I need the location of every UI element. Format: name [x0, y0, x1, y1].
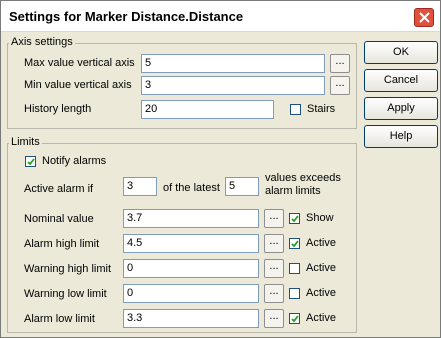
help-button[interactable]: Help	[364, 125, 438, 148]
exceeds-label-line1: values exceeds	[265, 172, 341, 184]
alarm-low-active-checkbox[interactable]	[289, 313, 300, 324]
active-alarm-if-label: Active alarm if	[24, 183, 94, 195]
stairs-label: Stairs	[307, 103, 336, 115]
nominal-browse-button[interactable]: ...	[264, 209, 284, 228]
close-icon	[419, 12, 430, 23]
warning-low-browse-button[interactable]: ...	[264, 284, 284, 303]
stairs-checkbox[interactable]	[290, 104, 301, 115]
alarm-high-browse-button[interactable]: ...	[264, 234, 284, 253]
alarm-low-active-label: Active	[306, 312, 336, 324]
show-nominal-checkbox[interactable]	[289, 213, 300, 224]
cancel-button[interactable]: Cancel	[364, 69, 438, 92]
max-axis-input[interactable]: 5	[141, 54, 325, 73]
limit-row-label-nominal: Nominal value	[24, 213, 94, 225]
history-length-input[interactable]: 20	[141, 100, 274, 119]
limit-row-label-warning-high: Warning high limit	[24, 263, 112, 275]
alarm-high-input[interactable]: 4.5	[123, 234, 259, 253]
apply-button[interactable]: Apply	[364, 97, 438, 120]
warning-high-active-checkbox[interactable]	[289, 263, 300, 274]
history-length-label: History length	[24, 103, 92, 115]
min-axis-label: Min value vertical axis	[24, 79, 132, 91]
warning-low-input[interactable]: 0	[123, 284, 259, 303]
max-axis-browse-button[interactable]: ...	[330, 54, 350, 73]
alarm-low-browse-button[interactable]: ...	[264, 309, 284, 328]
max-axis-label: Max value vertical axis	[24, 57, 135, 69]
limit-row-label-alarm-low: Alarm low limit	[24, 313, 95, 325]
axis-settings-legend: Axis settings	[9, 36, 75, 48]
ok-button[interactable]: OK	[364, 41, 438, 64]
title-bar: Settings for Marker Distance.Distance	[1, 1, 440, 32]
alarm-low-input[interactable]: 3.3	[123, 309, 259, 328]
limits-legend: Limits	[9, 136, 42, 148]
min-axis-browse-button[interactable]: ...	[330, 76, 350, 95]
alarm-high-active-checkbox[interactable]	[289, 238, 300, 249]
warning-low-active-label: Active	[306, 287, 336, 299]
notify-alarms-label: Notify alarms	[42, 155, 107, 167]
warning-low-active-checkbox[interactable]	[289, 288, 300, 299]
of-latest-label: of the latest	[163, 182, 220, 194]
checkmark-icon	[291, 240, 299, 248]
checkmark-icon	[291, 215, 299, 223]
notify-alarms-checkbox[interactable]	[25, 156, 36, 167]
checkmark-icon	[27, 158, 35, 166]
settings-dialog: Settings for Marker Distance.Distance Ax…	[0, 0, 441, 338]
show-label: Show	[306, 212, 334, 224]
checkmark-icon	[291, 315, 299, 323]
alarm-high-active-label: Active	[306, 237, 336, 249]
warning-high-input[interactable]: 0	[123, 259, 259, 278]
close-button[interactable]	[414, 8, 434, 27]
exceeds-label-line2: alarm limits	[265, 185, 321, 197]
warning-high-active-label: Active	[306, 262, 336, 274]
latest-count-input[interactable]: 5	[225, 177, 259, 196]
warning-high-browse-button[interactable]: ...	[264, 259, 284, 278]
active-count-input[interactable]: 3	[123, 177, 157, 196]
limit-row-label-warning-low: Warning low limit	[24, 288, 107, 300]
min-axis-input[interactable]: 3	[141, 76, 325, 95]
nominal-value-input[interactable]: 3.7	[123, 209, 259, 228]
window-title: Settings for Marker Distance.Distance	[9, 9, 244, 24]
limit-row-label-alarm-high: Alarm high limit	[24, 238, 100, 250]
